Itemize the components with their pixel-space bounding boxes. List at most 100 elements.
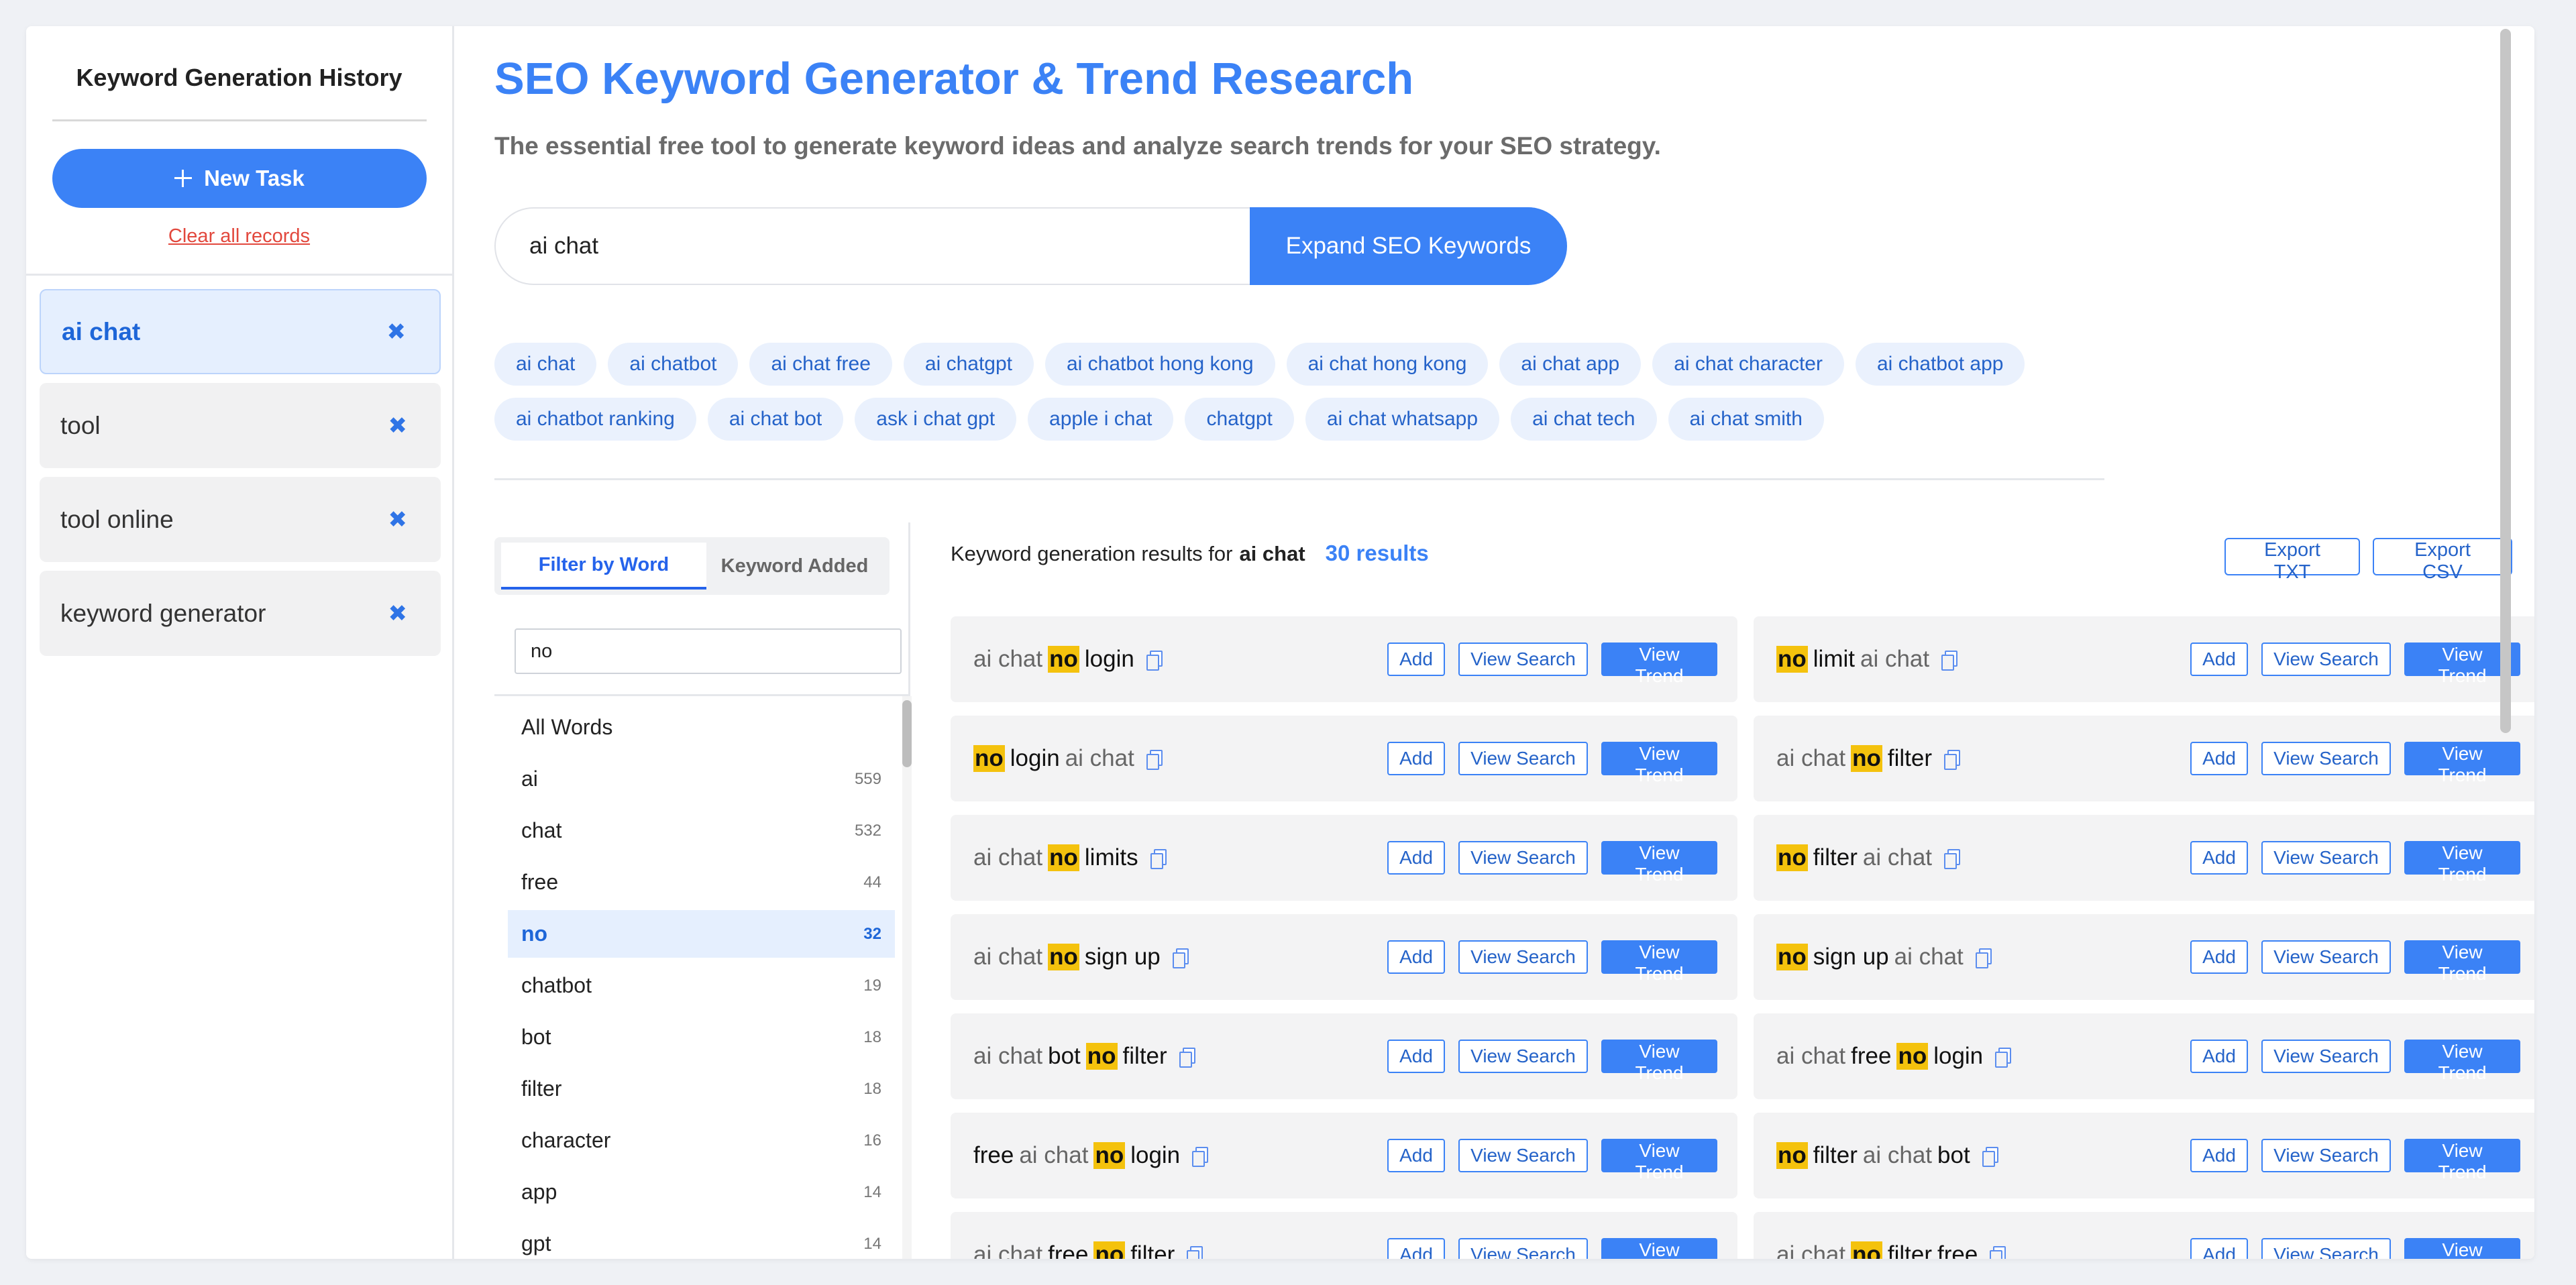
view-search-button[interactable]: View Search xyxy=(1458,841,1588,875)
suggestion-chip[interactable]: ai chat tech xyxy=(1511,398,1657,441)
copy-icon[interactable] xyxy=(1944,849,1961,869)
copy-icon[interactable] xyxy=(1975,948,1992,968)
tab-keyword-added[interactable]: Keyword Added xyxy=(706,543,883,590)
copy-icon[interactable] xyxy=(1187,1246,1203,1259)
suggestion-chip[interactable]: ai chat hong kong xyxy=(1286,343,1489,386)
suggestion-chip[interactable]: ai chatbot ranking xyxy=(494,398,696,441)
page-scrollbar-thumb[interactable] xyxy=(2500,29,2511,733)
word-filter-item[interactable]: All Words xyxy=(508,704,895,751)
copy-icon[interactable] xyxy=(1941,651,1958,671)
history-item[interactable]: ai chat ✖ xyxy=(40,289,441,374)
word-filter-item[interactable]: app 14 xyxy=(508,1168,895,1216)
copy-icon[interactable] xyxy=(1146,651,1163,671)
add-button[interactable]: Add xyxy=(2190,1238,2248,1259)
export-csv-button[interactable]: Export CSV xyxy=(2373,538,2512,583)
delete-x-icon[interactable]: ✖ xyxy=(387,319,407,345)
add-button[interactable]: Add xyxy=(1387,642,1445,676)
view-search-button[interactable]: View Search xyxy=(1458,642,1588,676)
add-button[interactable]: Add xyxy=(1387,1238,1445,1259)
export-txt-button[interactable]: Export TXT xyxy=(2224,538,2360,583)
suggestion-chip[interactable]: ask i chat gpt xyxy=(855,398,1017,441)
view-trend-button[interactable]: View Trend xyxy=(1601,940,1717,984)
copy-icon[interactable] xyxy=(1179,1048,1195,1068)
copy-icon[interactable] xyxy=(1944,750,1961,770)
add-button[interactable]: Add xyxy=(2190,1040,2248,1073)
word-filter-item[interactable]: chat 532 xyxy=(508,807,895,854)
suggestion-chip[interactable]: ai chatbot app xyxy=(1855,343,2025,386)
view-search-button[interactable]: View Search xyxy=(2261,1139,2391,1172)
suggestion-chip[interactable]: chatgpt xyxy=(1185,398,1294,441)
view-search-button[interactable]: View Search xyxy=(2261,742,2391,775)
delete-x-icon[interactable]: ✖ xyxy=(388,412,408,439)
copy-icon[interactable] xyxy=(1995,1048,2012,1068)
keyword-search-input[interactable]: ai chat xyxy=(494,207,1251,285)
word-list-scrollbar-thumb[interactable] xyxy=(902,700,912,767)
word-filter-item[interactable]: ai 559 xyxy=(508,755,895,803)
suggestion-chip[interactable]: ai chatbot hong kong xyxy=(1045,343,1275,386)
word-filter-input[interactable]: no xyxy=(515,628,902,674)
copy-icon[interactable] xyxy=(1172,948,1189,968)
word-filter-item[interactable]: bot 18 xyxy=(508,1013,895,1061)
add-button[interactable]: Add xyxy=(1387,1139,1445,1172)
history-item[interactable]: tool ✖ xyxy=(40,383,441,468)
view-search-button[interactable]: View Search xyxy=(1458,742,1588,775)
suggestion-chip[interactable]: ai chat bot xyxy=(707,398,844,441)
view-search-button[interactable]: View Search xyxy=(2261,841,2391,875)
add-button[interactable]: Add xyxy=(1387,742,1445,775)
view-search-button[interactable]: View Search xyxy=(1458,1040,1588,1073)
word-filter-item[interactable]: free 44 xyxy=(508,858,895,906)
suggestion-chip[interactable]: ai chat free xyxy=(749,343,892,386)
copy-icon[interactable] xyxy=(1982,1147,1998,1167)
view-search-button[interactable]: View Search xyxy=(1458,1238,1588,1259)
word-filter-item[interactable]: gpt 14 xyxy=(508,1220,895,1259)
add-button[interactable]: Add xyxy=(2190,1139,2248,1172)
word-list-scrollbar[interactable] xyxy=(902,696,912,1259)
view-trend-button[interactable]: View Trend xyxy=(1601,841,1717,885)
card-actions: AddView SearchView Trend xyxy=(2190,940,2520,984)
suggestion-chip[interactable]: ai chat app xyxy=(1499,343,1642,386)
view-trend-button[interactable]: View Trend xyxy=(1601,742,1717,785)
view-search-button[interactable]: View Search xyxy=(1458,940,1588,974)
suggestion-chip[interactable]: ai chat smith xyxy=(1668,398,1824,441)
view-search-button[interactable]: View Search xyxy=(1458,1139,1588,1172)
add-button[interactable]: Add xyxy=(2190,841,2248,875)
view-search-button[interactable]: View Search xyxy=(2261,940,2391,974)
add-button[interactable]: Add xyxy=(1387,940,1445,974)
delete-x-icon[interactable]: ✖ xyxy=(388,506,408,533)
history-item[interactable]: tool online ✖ xyxy=(40,477,441,562)
add-button[interactable]: Add xyxy=(1387,841,1445,875)
add-button[interactable]: Add xyxy=(1387,1040,1445,1073)
new-task-button[interactable]: New Task xyxy=(52,149,427,208)
page-scrollbar[interactable] xyxy=(2500,26,2511,1259)
view-search-button[interactable]: View Search xyxy=(2261,642,2391,676)
add-button[interactable]: Add xyxy=(2190,642,2248,676)
word-filter-item[interactable]: filter 18 xyxy=(508,1065,895,1113)
suggestion-chip[interactable]: apple i chat xyxy=(1028,398,1174,441)
copy-icon[interactable] xyxy=(1990,1246,2006,1259)
suggestion-chip[interactable]: ai chatgpt xyxy=(903,343,1034,386)
suggestion-chip[interactable]: ai chatbot xyxy=(608,343,739,386)
add-button[interactable]: Add xyxy=(2190,940,2248,974)
view-trend-button[interactable]: View Trend xyxy=(1601,1040,1717,1083)
word-filter-item[interactable]: character 16 xyxy=(508,1117,895,1164)
add-button[interactable]: Add xyxy=(2190,742,2248,775)
tab-filter-by-word[interactable]: Filter by Word xyxy=(501,543,706,590)
copy-icon[interactable] xyxy=(1146,750,1163,770)
view-trend-button[interactable]: View Trend xyxy=(1601,642,1717,686)
history-item-label: keyword generator xyxy=(60,599,266,627)
view-trend-button[interactable]: View Trend xyxy=(1601,1139,1717,1182)
view-search-button[interactable]: View Search xyxy=(2261,1040,2391,1073)
copy-icon[interactable] xyxy=(1192,1147,1209,1167)
view-trend-button[interactable]: View Trend xyxy=(1601,1238,1717,1259)
suggestion-chip[interactable]: ai chat whatsapp xyxy=(1305,398,1500,441)
delete-x-icon[interactable]: ✖ xyxy=(388,600,408,627)
history-item[interactable]: keyword generator ✖ xyxy=(40,571,441,656)
clear-all-records-link[interactable]: Clear all records xyxy=(26,225,452,247)
view-search-button[interactable]: View Search xyxy=(2261,1238,2391,1259)
word-filter-item[interactable]: chatbot 19 xyxy=(508,962,895,1009)
suggestion-chip[interactable]: ai chat xyxy=(494,343,597,386)
expand-seo-keywords-button[interactable]: Expand SEO Keywords xyxy=(1250,207,1567,285)
suggestion-chip[interactable]: ai chat character xyxy=(1652,343,1844,386)
copy-icon[interactable] xyxy=(1150,849,1167,869)
word-filter-item[interactable]: no 32 xyxy=(508,910,895,958)
